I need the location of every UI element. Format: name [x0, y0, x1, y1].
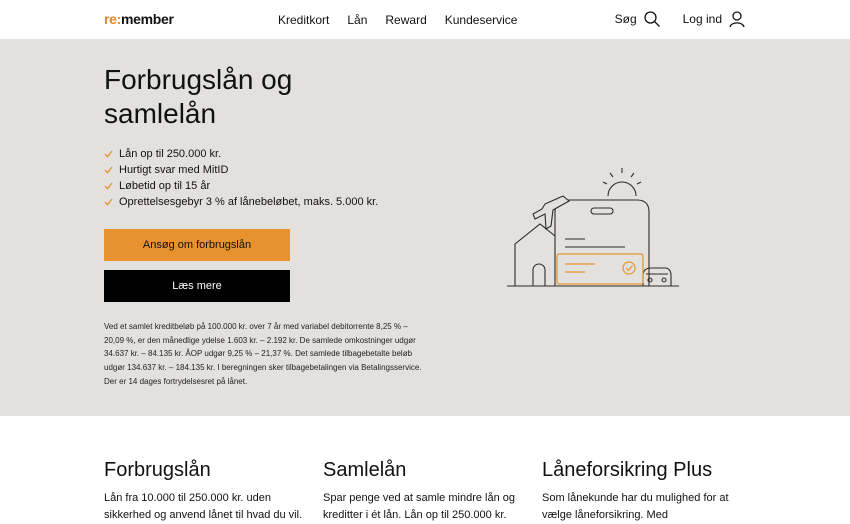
check-icon — [104, 150, 113, 158]
card-title: Forbrugslån — [104, 459, 211, 481]
header-actions: Søg Log ind — [615, 10, 746, 28]
card-title: Samlelån — [323, 459, 407, 481]
list-item: Oprettelsesgebyr 3 % af lånebeløbet, mak… — [104, 194, 378, 210]
page-title: Forbrugslån og samlelån — [104, 64, 293, 129]
check-icon — [104, 166, 113, 174]
logo[interactable]: re:member — [104, 11, 174, 27]
user-icon — [729, 11, 745, 28]
check-icon — [104, 182, 113, 190]
check-icon — [104, 198, 113, 206]
list-item: Løbetid op til 15 år — [104, 178, 378, 194]
apply-loan-button[interactable]: Ansøg om forbrugslån — [104, 229, 290, 261]
nav-item-kreditkort[interactable]: Kreditkort — [278, 13, 329, 27]
card-text: Som lånekunde har du mulighed for at væl… — [542, 492, 729, 521]
list-item: Hurtigt svar med MitID — [104, 162, 378, 178]
nav-item-reward[interactable]: Reward — [385, 13, 426, 27]
search-icon — [643, 11, 660, 27]
hero: Forbrugslån og samlelån Lån op til 250.0… — [0, 40, 850, 416]
login-button[interactable]: Log ind — [683, 10, 746, 28]
card-text: Spar penge ved at samle mindre lån og kr… — [323, 492, 516, 521]
loan-illustration — [507, 168, 679, 287]
search-button[interactable]: Søg — [615, 10, 661, 28]
login-label: Log ind — [682, 12, 722, 26]
list-item: Lån op til 250.000 kr. — [104, 146, 378, 162]
card-samlelaan[interactable]: Samlelån Spar penge ved at samle mindre … — [323, 458, 538, 524]
main-nav: Kreditkort Lån Reward Kundeservice — [278, 13, 517, 27]
nav-item-laan[interactable]: Lån — [347, 13, 367, 27]
benefit-list: Lån op til 250.000 kr. Hurtigt svar med … — [104, 146, 378, 210]
search-label: Søg — [614, 12, 637, 26]
card-forbrugslaan[interactable]: Forbrugslån Lån fra 10.000 til 250.000 k… — [104, 458, 319, 524]
product-cards: Forbrugslån Lån fra 10.000 til 250.000 k… — [0, 416, 850, 521]
site-header: re:member Kreditkort Lån Reward Kundeser… — [0, 0, 850, 40]
card-text: Lån fra 10.000 til 250.000 kr. uden sikk… — [104, 492, 303, 521]
read-more-button[interactable]: Læs mere — [104, 270, 290, 302]
nav-item-kundeservice[interactable]: Kundeservice — [445, 13, 518, 27]
loan-disclaimer: Ved et samlet kreditbeløb på 100.000 kr.… — [104, 322, 422, 386]
card-title: Låneforsikring Plus — [542, 459, 713, 481]
card-laaneforsikring-plus[interactable]: Låneforsikring Plus Som lånekunde har du… — [542, 458, 747, 524]
